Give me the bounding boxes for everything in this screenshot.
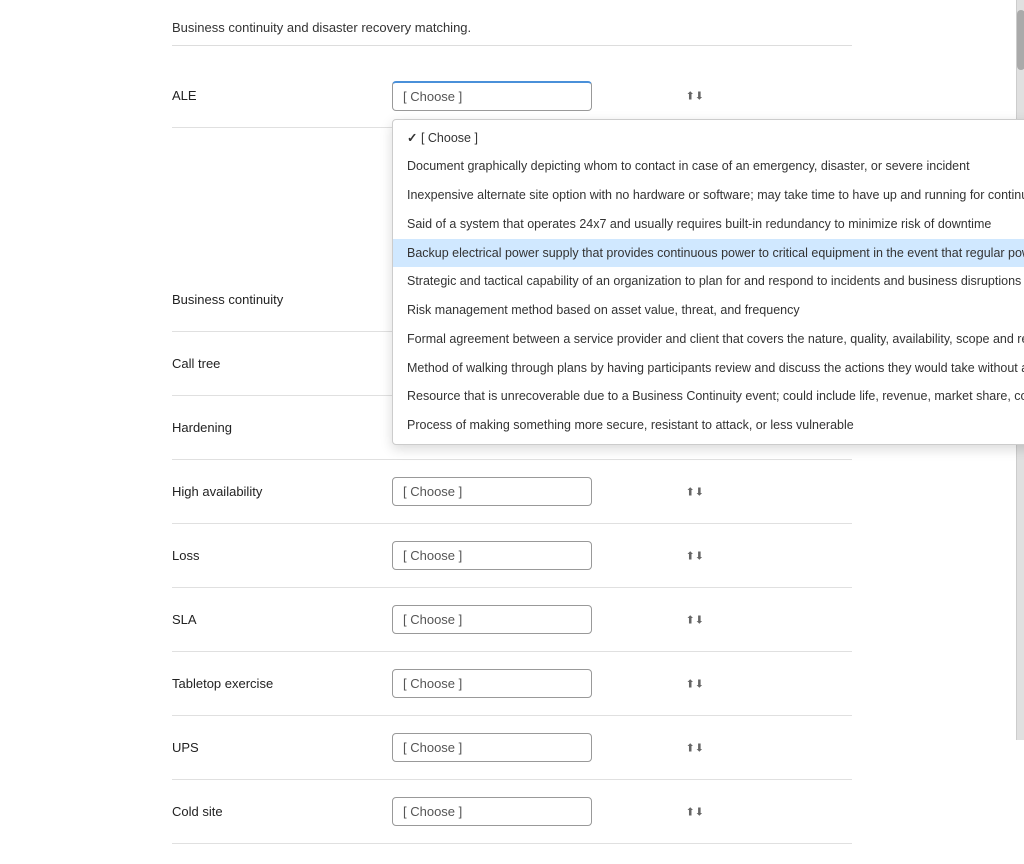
term-tabletop: Tabletop exercise: [172, 676, 392, 691]
matching-row-cold-site: Cold site [ Choose ] ⬆⬇: [172, 780, 852, 844]
term-ale: ALE: [172, 88, 392, 103]
term-high-availability: High availability: [172, 484, 392, 499]
matching-row-ups: UPS [ Choose ] ⬆⬇: [172, 716, 852, 780]
select-arrow-ha: ⬆⬇: [686, 485, 704, 498]
dropdown-item-10[interactable]: Process of making something more secure,…: [393, 411, 1024, 440]
term-cold-site: Cold site: [172, 804, 392, 819]
select-cold-site[interactable]: [ Choose ]: [392, 797, 592, 826]
select-arrow-ale: ⬆⬇: [686, 89, 704, 102]
dropdown-item-choose[interactable]: [ Choose ]: [393, 124, 1024, 153]
select-container-tabletop: [ Choose ] ⬆⬇: [392, 669, 852, 698]
select-ups[interactable]: [ Choose ]: [392, 733, 592, 762]
select-container-high-availability: [ Choose ] ⬆⬇: [392, 477, 852, 506]
matching-row-ale: ALE [ Choose ] ⬆⬇ [ Choose ] Document gr…: [172, 64, 852, 128]
term-ups: UPS: [172, 740, 392, 755]
matching-row-sla: SLA [ Choose ] ⬆⬇: [172, 588, 852, 652]
dropdown-ale: [ Choose ] Document graphically depictin…: [392, 119, 1024, 445]
select-container-ale: [ Choose ] ⬆⬇ [ Choose ] Document graphi…: [392, 81, 852, 111]
page-container: Business continuity and disaster recover…: [0, 0, 1024, 864]
dropdown-item-2[interactable]: Inexpensive alternate site option with n…: [393, 181, 1024, 210]
dropdown-item-3[interactable]: Said of a system that operates 24x7 and …: [393, 210, 1024, 239]
select-container-ups: [ Choose ] ⬆⬇: [392, 733, 852, 762]
select-arrow-cs: ⬆⬇: [686, 805, 704, 818]
dropdown-item-4[interactable]: Backup electrical power supply that prov…: [393, 239, 1024, 268]
dropdown-item-7[interactable]: Formal agreement between a service provi…: [393, 325, 1024, 354]
select-container-sla: [ Choose ] ⬆⬇: [392, 605, 852, 634]
term-sla: SLA: [172, 612, 392, 627]
matching-row-high-availability: High availability [ Choose ] ⬆⬇: [172, 460, 852, 524]
select-high-availability[interactable]: [ Choose ]: [392, 477, 592, 506]
select-arrow-ups: ⬆⬇: [686, 741, 704, 754]
main-content: Business continuity and disaster recover…: [162, 0, 862, 864]
select-arrow-tabletop: ⬆⬇: [686, 677, 704, 690]
term-loss: Loss: [172, 548, 392, 563]
dropdown-item-5[interactable]: Strategic and tactical capability of an …: [393, 267, 1024, 296]
term-business-continuity: Business continuity: [172, 292, 392, 307]
select-loss[interactable]: [ Choose ]: [392, 541, 592, 570]
select-ale[interactable]: [ Choose ]: [392, 81, 592, 111]
dropdown-item-8[interactable]: Method of walking through plans by havin…: [393, 354, 1024, 383]
term-hardening: Hardening: [172, 420, 392, 435]
dropdown-item-9[interactable]: Resource that is unrecoverable due to a …: [393, 382, 1024, 411]
term-call-tree: Call tree: [172, 356, 392, 371]
select-arrow-sla: ⬆⬇: [686, 613, 704, 626]
select-tabletop[interactable]: [ Choose ]: [392, 669, 592, 698]
matching-row-loss: Loss [ Choose ] ⬆⬇: [172, 524, 852, 588]
dropdown-item-1[interactable]: Document graphically depicting whom to c…: [393, 152, 1024, 181]
select-sla[interactable]: [ Choose ]: [392, 605, 592, 634]
scrollbar-thumb[interactable]: [1017, 10, 1024, 70]
page-title: Business continuity and disaster recover…: [172, 20, 852, 46]
dropdown-item-6[interactable]: Risk management method based on asset va…: [393, 296, 1024, 325]
select-container-cold-site: [ Choose ] ⬆⬇: [392, 797, 852, 826]
matching-row-tabletop: Tabletop exercise [ Choose ] ⬆⬇: [172, 652, 852, 716]
select-arrow-l: ⬆⬇: [686, 549, 704, 562]
select-container-loss: [ Choose ] ⬆⬇: [392, 541, 852, 570]
